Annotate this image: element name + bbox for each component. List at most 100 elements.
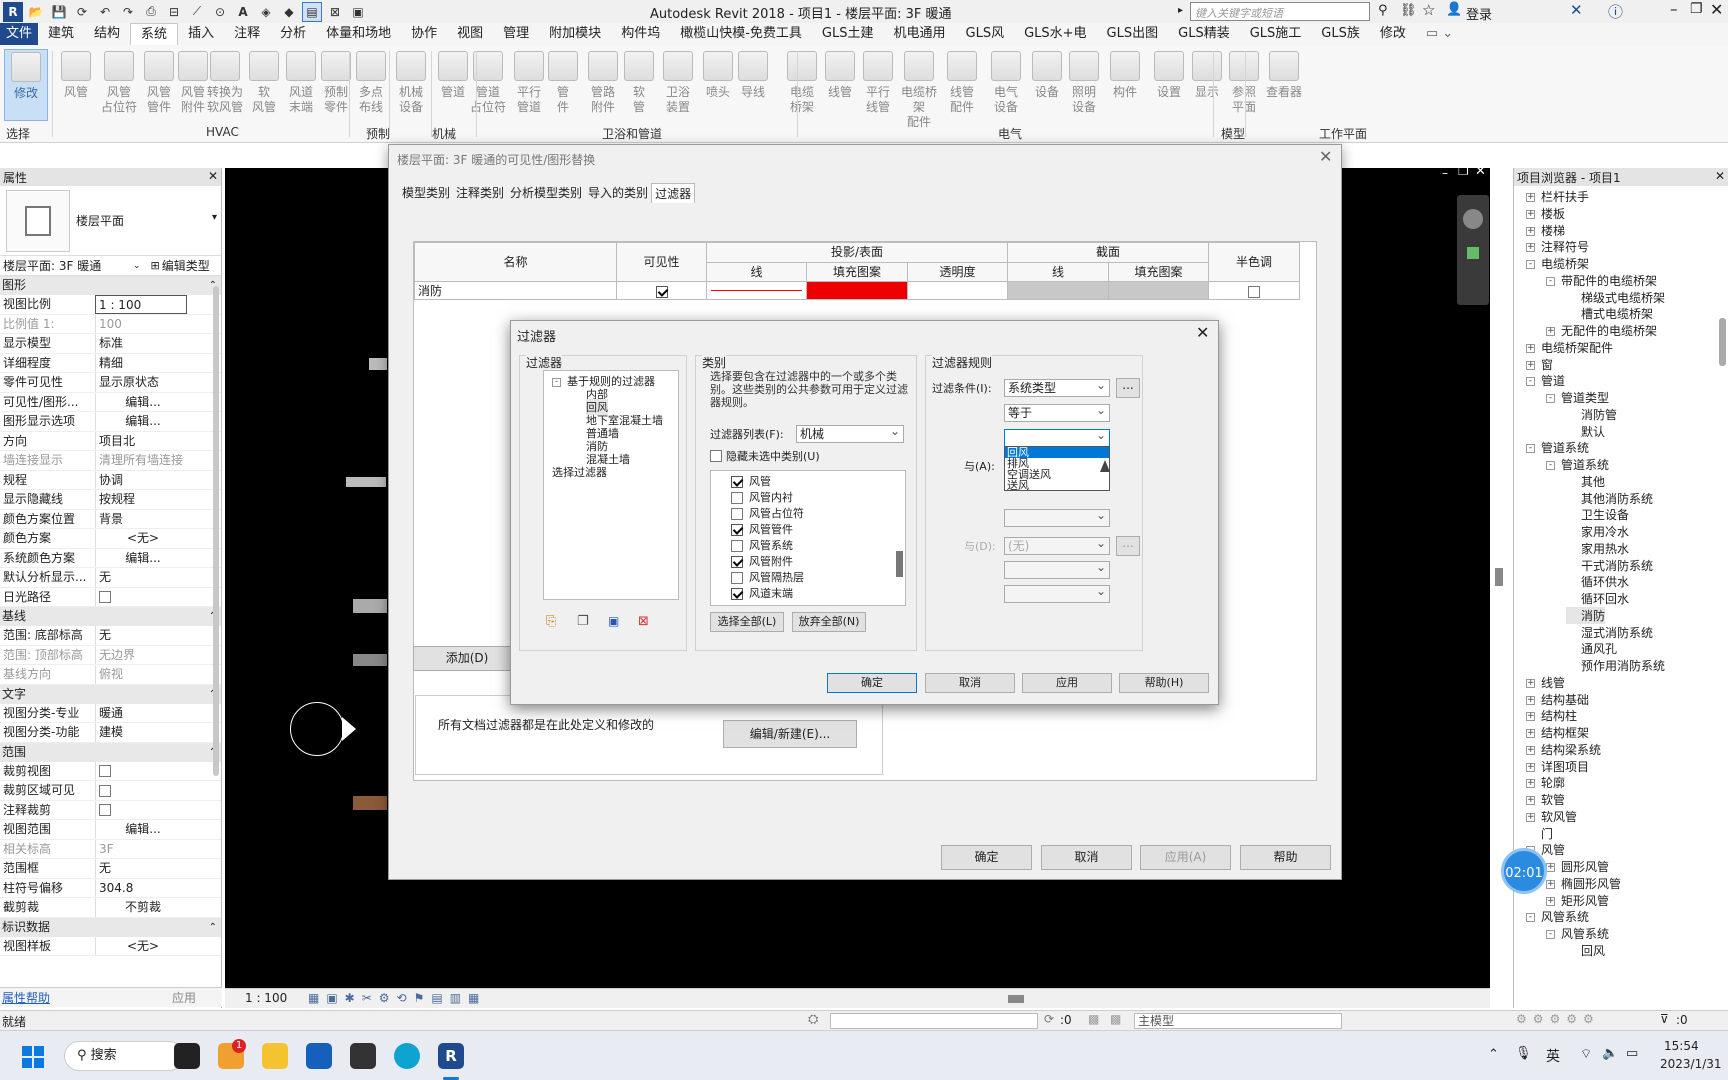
vg-tab[interactable]: 注释类别 bbox=[453, 183, 507, 203]
property-value[interactable]: 精细 bbox=[95, 353, 187, 372]
category-checkbox[interactable] bbox=[731, 540, 743, 552]
browser-tree-item[interactable]: + 软管 bbox=[1526, 791, 1565, 808]
filter-row-fill[interactable] bbox=[806, 281, 908, 300]
browser-tree-item[interactable]: - 带配件的电缆桥架 bbox=[1546, 272, 1657, 289]
collapse-icon[interactable]: - bbox=[1546, 930, 1555, 939]
property-value[interactable]: 不剪裁 bbox=[95, 898, 187, 917]
edit-type-button[interactable]: 编辑类型 bbox=[162, 257, 210, 274]
view-restore-icon[interactable]: ❐ bbox=[1458, 164, 1469, 178]
expand-icon[interactable]: + bbox=[1546, 327, 1555, 336]
property-value[interactable]: 1 : 100 bbox=[95, 295, 187, 314]
value-select[interactable] bbox=[1004, 427, 1110, 447]
browser-tree-item[interactable]: - 风管系统 bbox=[1526, 908, 1589, 925]
ribbon-button[interactable]: 修改 bbox=[4, 49, 48, 121]
ribbon-options-icon[interactable]: ▭ ⌄ bbox=[1416, 23, 1463, 45]
file-explorer-icon[interactable] bbox=[262, 1043, 288, 1069]
ribbon-group-label[interactable]: 工作平面 bbox=[1319, 125, 1367, 142]
filter-row-cut-fill[interactable] bbox=[1108, 281, 1209, 300]
browser-tree-item[interactable]: 消防 bbox=[1566, 606, 1606, 624]
property-value[interactable]: 俯视 bbox=[95, 665, 187, 684]
open-icon[interactable]: 📂 bbox=[26, 2, 46, 22]
filter-row-name[interactable]: 消防 bbox=[414, 281, 617, 300]
expand-icon[interactable]: + bbox=[1526, 729, 1535, 738]
ribbon-button[interactable]: 转换为 软风管 bbox=[203, 49, 247, 115]
property-section[interactable]: 范围⌃ bbox=[0, 742, 221, 762]
switch-windows-icon[interactable]: ▣ bbox=[348, 2, 368, 22]
property-row[interactable]: 颜色方案位置 背景 bbox=[0, 509, 221, 529]
rename-filter-icon[interactable]: ▣ bbox=[608, 614, 619, 628]
category-checkbox[interactable] bbox=[731, 524, 743, 536]
property-value[interactable]: 304.8 bbox=[95, 878, 187, 897]
category-item[interactable]: 风管 bbox=[731, 473, 771, 489]
property-value[interactable]: 编辑... bbox=[95, 820, 187, 839]
filter-row-line[interactable] bbox=[706, 281, 807, 300]
browser-tree-item[interactable]: 消防管 bbox=[1566, 406, 1617, 423]
properties-apply-button[interactable]: 应用 bbox=[156, 989, 212, 1006]
property-value[interactable]: 建模 bbox=[95, 723, 187, 742]
expand-icon[interactable]: + bbox=[1546, 879, 1555, 889]
filter-row-cut-line[interactable] bbox=[1007, 281, 1109, 300]
menu-tab[interactable]: 修改 bbox=[1370, 23, 1416, 45]
timer-badge[interactable]: 02:01 bbox=[1501, 848, 1547, 894]
category-checkbox[interactable] bbox=[731, 476, 743, 488]
menu-tab[interactable]: 分析 bbox=[270, 23, 316, 45]
property-row[interactable]: 显示隐藏线 按规程 bbox=[0, 490, 221, 510]
ime-indicator[interactable]: 英 bbox=[1546, 1046, 1560, 1066]
browser-tree-item[interactable]: - 管道系统 bbox=[1526, 439, 1589, 456]
ribbon-group-label[interactable]: 卫浴和管道 bbox=[602, 125, 662, 142]
vg-close-icon[interactable]: ✕ bbox=[1319, 147, 1332, 166]
app-menu-icon[interactable]: R bbox=[3, 1, 23, 22]
browser-close-icon[interactable]: ✕ bbox=[1715, 169, 1725, 185]
ribbon-button[interactable]: 导线 bbox=[731, 49, 775, 100]
elevation-marker[interactable] bbox=[290, 702, 344, 756]
browser-tree-item[interactable]: + 注释符号 bbox=[1526, 238, 1589, 255]
login-link[interactable]: 登录 bbox=[1466, 4, 1492, 23]
vg-ok-button[interactable]: 确定 bbox=[941, 845, 1032, 870]
collapse-icon[interactable]: - bbox=[1546, 394, 1555, 403]
category-checkbox[interactable] bbox=[731, 508, 743, 520]
browser-tree-item[interactable]: + 栏杆扶手 bbox=[1526, 188, 1589, 205]
binoculars-icon[interactable]: ⚲ bbox=[1378, 3, 1388, 18]
ribbon-button[interactable]: 参照 平面 bbox=[1222, 49, 1266, 115]
property-row[interactable]: 截剪裁 不剪裁 bbox=[0, 898, 221, 918]
ribbon-group-label[interactable]: 模型 bbox=[1221, 125, 1245, 142]
rule2-value-select[interactable] bbox=[1004, 507, 1110, 527]
view-scale[interactable]: 1 : 100 bbox=[245, 991, 287, 1005]
menu-tab[interactable]: 协作 bbox=[401, 23, 447, 45]
property-value[interactable] bbox=[95, 587, 187, 606]
exclude-options-icon[interactable]: ▩ bbox=[1110, 1012, 1121, 1026]
property-value[interactable]: 无边界 bbox=[95, 645, 187, 664]
expand-icon[interactable]: + bbox=[1526, 360, 1535, 370]
new-filter-icon[interactable]: ⎘ bbox=[546, 614, 556, 629]
property-value[interactable]: 暖通 bbox=[95, 703, 187, 722]
property-value[interactable]: 编辑... bbox=[95, 412, 187, 431]
property-value[interactable] bbox=[95, 761, 187, 780]
visibility-checkbox[interactable] bbox=[655, 285, 668, 298]
collapse-icon[interactable]: - bbox=[1546, 461, 1555, 470]
property-value[interactable]: 背景 bbox=[95, 509, 187, 528]
sync-icon[interactable]: ⟳ bbox=[72, 2, 92, 22]
property-row[interactable]: 方向 项目北 bbox=[0, 431, 221, 451]
filters-ok-button[interactable]: 确定 bbox=[827, 673, 917, 693]
user-icon[interactable]: 👤 bbox=[1446, 2, 1462, 17]
expand-icon[interactable]: + bbox=[1526, 209, 1535, 219]
browser-tree-item[interactable]: - 管道 bbox=[1526, 372, 1565, 389]
design-options-icon[interactable]: ▩ bbox=[1088, 1012, 1099, 1026]
filter-row-halftone[interactable] bbox=[1208, 281, 1300, 300]
properties-close-icon[interactable]: ✕ bbox=[208, 169, 218, 185]
filter-row-visibility[interactable] bbox=[616, 281, 707, 300]
browser-tree-item[interactable]: 通风孔 bbox=[1566, 640, 1617, 657]
clock-date[interactable]: 2023/1/31 bbox=[1660, 1057, 1722, 1071]
subscription-icon[interactable]: ⛓ bbox=[1400, 3, 1417, 18]
collapse-icon[interactable]: - bbox=[1526, 913, 1535, 923]
browser-tree-item[interactable]: 卫生设备 bbox=[1566, 506, 1629, 523]
edge-icon[interactable] bbox=[394, 1043, 420, 1069]
filters-apply-button[interactable]: 应用 bbox=[1022, 673, 1112, 693]
property-row[interactable]: 图形显示选项 编辑... bbox=[0, 412, 221, 432]
duct-segment[interactable] bbox=[346, 477, 386, 487]
vg-tab[interactable]: 导入的类别 bbox=[585, 183, 651, 203]
property-checkbox[interactable] bbox=[99, 784, 111, 797]
menu-tab[interactable]: 结构 bbox=[84, 23, 130, 45]
property-row[interactable]: 相关标高 3F bbox=[0, 839, 221, 859]
section-icon[interactable]: ◆ bbox=[279, 2, 299, 22]
